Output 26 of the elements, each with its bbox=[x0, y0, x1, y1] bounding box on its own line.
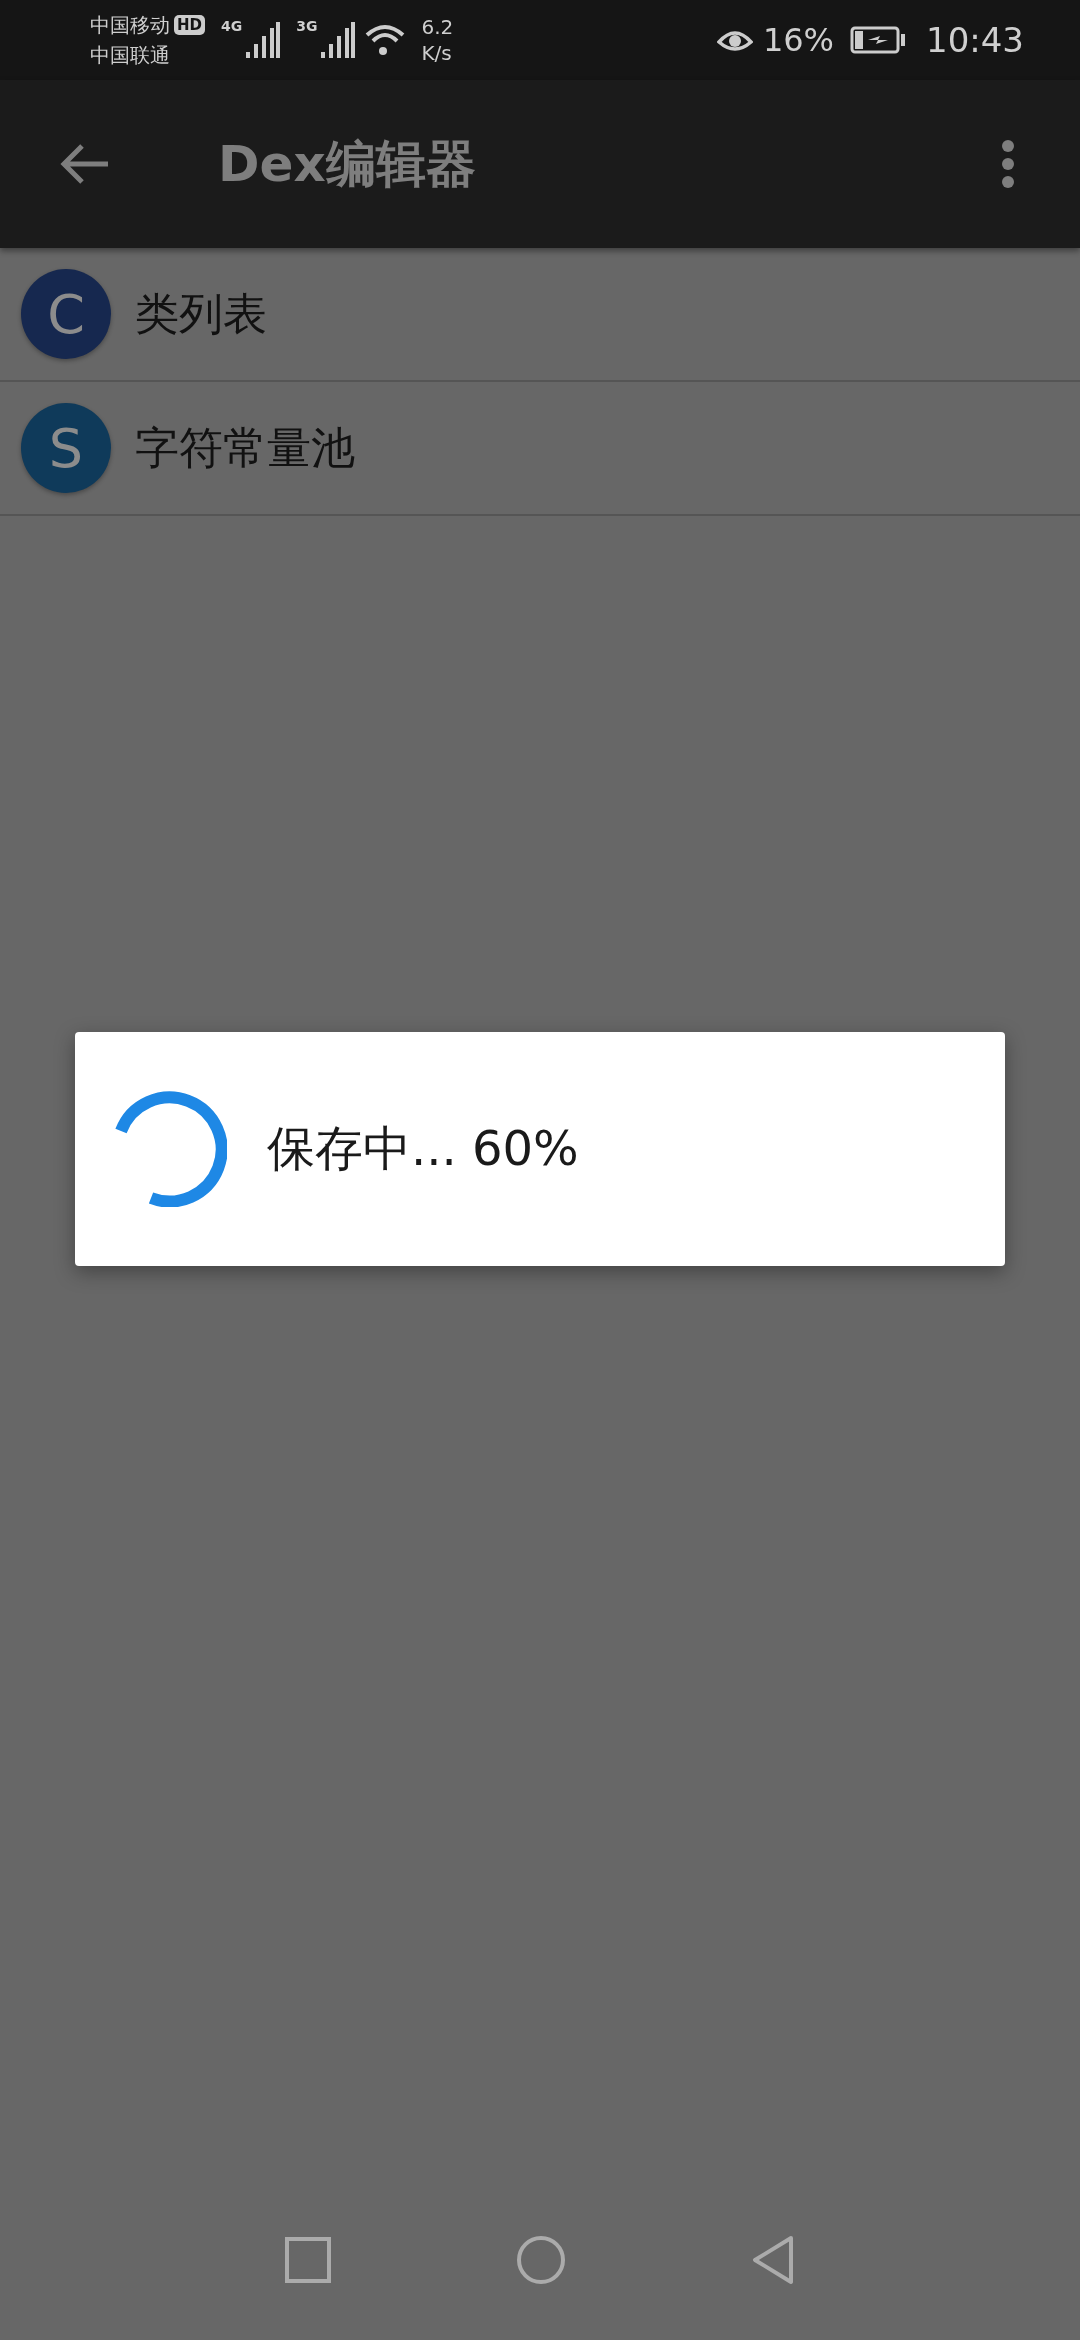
app-title: Dex编辑器 bbox=[218, 133, 477, 195]
back-icon[interactable] bbox=[58, 142, 110, 186]
back-icon[interactable] bbox=[751, 2235, 795, 2285]
hd-badge: HD bbox=[174, 15, 205, 35]
carrier-name: 中国移动 bbox=[90, 12, 170, 39]
item-label: 类列表 bbox=[135, 286, 267, 341]
list-item[interactable]: S 字符常量池 bbox=[0, 382, 1080, 516]
signal-icon bbox=[246, 20, 281, 60]
progress-message: 保存中... 60% bbox=[267, 1119, 579, 1178]
network-speed: 6.2 bbox=[421, 14, 454, 40]
recent-apps-icon[interactable] bbox=[285, 2237, 331, 2283]
wifi-icon bbox=[365, 23, 406, 57]
network-type: 3G bbox=[296, 18, 318, 34]
speed-unit: K/s bbox=[421, 40, 453, 66]
item-label: 字符常量池 bbox=[135, 420, 355, 475]
letter-avatar: C bbox=[21, 269, 111, 359]
clock: 10:43 bbox=[926, 20, 1024, 60]
network-type: 4G bbox=[221, 18, 243, 34]
signal-icon bbox=[321, 20, 356, 60]
home-icon[interactable] bbox=[516, 2235, 566, 2285]
list-item[interactable]: C 类列表 bbox=[0, 248, 1080, 382]
battery-percent: 16% bbox=[762, 21, 834, 59]
letter-avatar: S bbox=[21, 403, 111, 493]
battery-icon bbox=[850, 26, 906, 54]
menu-icon[interactable] bbox=[1001, 139, 1015, 189]
carrier-name: 中国联通 bbox=[90, 42, 171, 69]
